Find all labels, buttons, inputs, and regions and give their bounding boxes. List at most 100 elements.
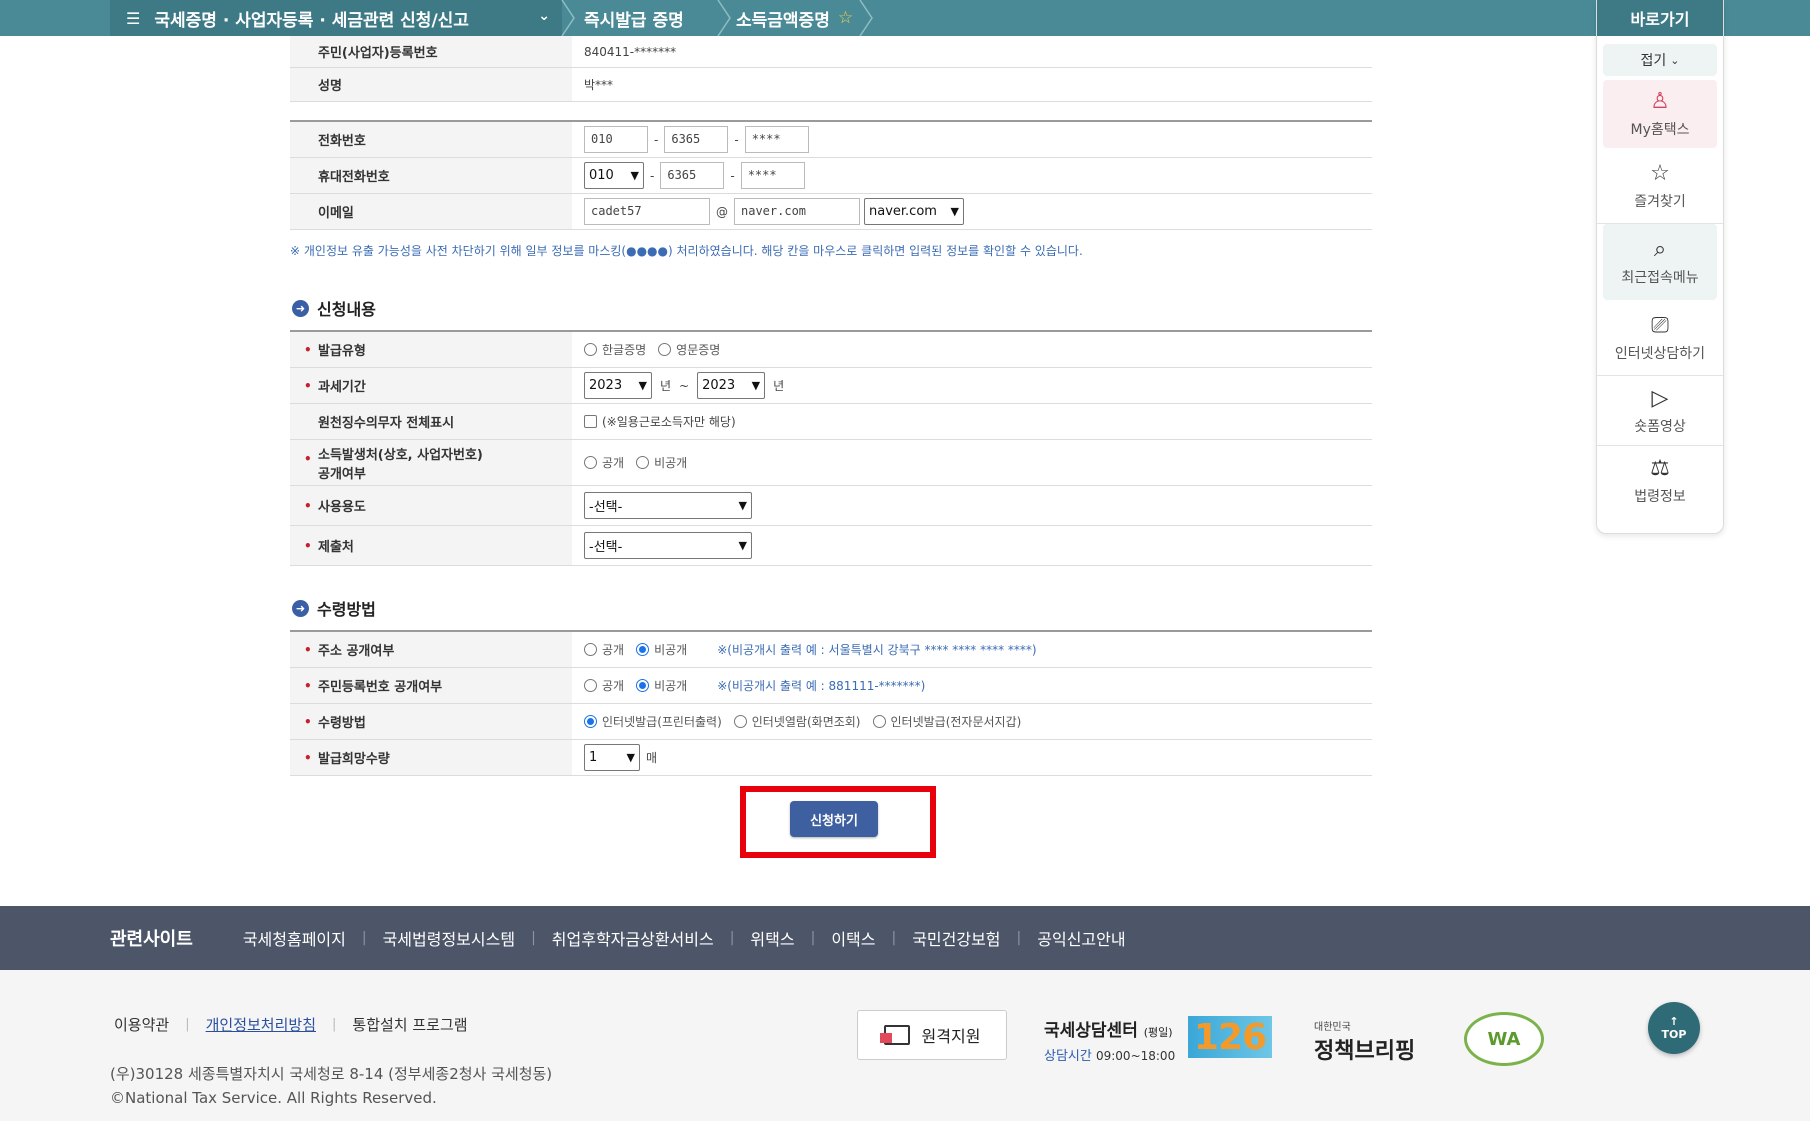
person-icon: ♙	[1650, 89, 1670, 114]
quick-item-law-info[interactable]: ⚖ 법령정보	[1597, 446, 1723, 516]
remote-support-button[interactable]: 원격지원	[857, 1010, 1007, 1060]
star-icon: ☆	[1650, 160, 1670, 186]
source-radio-public[interactable]: 공개	[584, 454, 624, 471]
submit-to-label: 제출처	[318, 540, 354, 555]
related-sites-bar: 관련사이트 국세청홈페이지 | 국세법령정보시스템 | 취업후학자금상환서비스 …	[0, 906, 1810, 970]
related-link[interactable]: 국세법령정보시스템	[383, 926, 515, 950]
related-link[interactable]: 취업후학자금상환서비스	[552, 926, 714, 950]
name-label: 성명	[290, 68, 572, 101]
scroll-top-button[interactable]: ↑ TOP	[1648, 1002, 1700, 1054]
chevron-down-icon: ⌄	[1670, 53, 1680, 67]
phone-field-2[interactable]: 6365	[664, 126, 729, 153]
type-radio-korean[interactable]: 한글증명	[584, 341, 646, 358]
rrn-radio-public[interactable]: 공개	[584, 677, 624, 694]
period-to-select[interactable]: 2023 ▼	[697, 372, 766, 399]
install-link[interactable]: 통합설치 프로그램	[352, 1014, 467, 1035]
rrn-note: ※(비공개시 출력 예 : 881111-*******)	[717, 679, 926, 693]
phone-label: 전화번호	[290, 122, 572, 157]
submit-to-row: • 제출처 -선택- ▼	[290, 526, 1372, 566]
period-label: 과세기간	[318, 380, 366, 395]
addr-radio-private[interactable]: 비공개	[636, 641, 687, 658]
addr-row: • 주소 공개여부 공개 비공개 ※(비공개시 출력 예 : 서울특별시 강북구 …	[290, 632, 1372, 668]
related-sites-title: 관련사이트	[110, 929, 193, 950]
quick-item-my-hometax[interactable]: ♙ My홈택스	[1603, 80, 1717, 148]
method-radio-view[interactable]: 인터넷열람(화면조회)	[733, 713, 861, 730]
mobile-prefix-select[interactable]: 010 ▼	[584, 162, 644, 189]
apply-button[interactable]: 신청하기	[790, 801, 878, 837]
quick-item-shortform[interactable]: ▷ 숏폼영상	[1597, 376, 1723, 446]
chevron-down-icon[interactable]: ⌄	[538, 8, 550, 24]
addr-radio-public[interactable]: 공개	[584, 641, 624, 658]
source-label: 소득발생처(상호, 사업자번호)	[318, 447, 483, 463]
withhold-note: (※일용근로소득자만 해당)	[602, 415, 736, 429]
phone-field-3[interactable]: ****	[744, 126, 809, 153]
type-label: 발급유형	[318, 344, 366, 359]
recent-search-icon: ⌕	[1653, 237, 1667, 262]
play-icon: ▷	[1651, 385, 1669, 411]
footer-links: 이용약관 | 개인정보처리방침 | 통합설치 프로그램	[114, 1014, 468, 1035]
method-row: • 수령방법 인터넷발급(프린터출력) 인터넷열람(화면조회) 인터넷발급(전자문…	[290, 704, 1372, 740]
related-link[interactable]: 이택스	[831, 926, 875, 950]
related-link[interactable]: 공익신고안내	[1037, 926, 1125, 950]
id-label: 주민(사업자)등록번호	[290, 36, 572, 67]
source-radio-private[interactable]: 비공개	[636, 454, 687, 471]
consult-center: 국세상담센터 (평일) 상담시간 09:00~18:00	[1044, 1021, 1176, 1064]
type-radio-english[interactable]: 영문증명	[658, 341, 720, 358]
policy-briefing-logo[interactable]: 대한민국 정책브리핑	[1314, 1018, 1415, 1065]
breadcrumb-separator	[717, 0, 731, 36]
related-link[interactable]: 위택스	[750, 926, 794, 950]
name-value: 박***	[584, 78, 614, 92]
phone-row: 전화번호 010 - 6365 - ****	[290, 122, 1372, 158]
email-domain-field[interactable]: naver.com	[734, 198, 860, 225]
addr-label: 주소 공개여부	[318, 644, 395, 659]
qty-select[interactable]: 1 ▼	[584, 744, 640, 771]
email-row: 이메일 cadet57 @ naver.com naver.com ▼	[290, 194, 1372, 230]
id-row: 주민(사업자)등록번호 840411-*******	[290, 36, 1372, 68]
section-receive-title: ➜ 수령방법	[292, 596, 376, 620]
submit-to-select[interactable]: -선택- ▼	[584, 532, 752, 559]
withhold-checkbox[interactable]	[584, 415, 597, 428]
rrn-radio-private[interactable]: 비공개	[636, 677, 687, 694]
rrn-row: • 주민등록번호 공개여부 공개 비공개 ※(비공개시 출력 예 : 881111…	[290, 668, 1372, 704]
terms-link[interactable]: 이용약관	[114, 1014, 169, 1035]
usage-select[interactable]: -선택- ▼	[584, 492, 752, 519]
quick-item-favorites[interactable]: ☆ 즐겨찾기	[1597, 148, 1723, 224]
breadcrumb-main-menu[interactable]: ☰ 국세증명 · 사업자등록 · 세금관련 신청/신고 ⌄	[110, 0, 562, 36]
hamburger-icon[interactable]: ☰	[126, 9, 140, 28]
breadcrumb-third[interactable]: 소득금액증명 ☆	[736, 0, 853, 36]
method-radio-print[interactable]: 인터넷발급(프린터출력)	[584, 713, 722, 730]
privacy-link[interactable]: 개인정보처리방침	[206, 1014, 316, 1035]
usage-row: • 사용용도 -선택- ▼	[290, 486, 1372, 526]
breadcrumb-separator	[561, 0, 575, 36]
breadcrumb-second[interactable]: 즉시발급 증명	[584, 0, 684, 36]
laptop-icon: ⎚	[1651, 312, 1669, 338]
qty-label: 발급희망수량	[318, 752, 390, 767]
remote-support-icon	[879, 1025, 910, 1045]
qty-row: • 발급희망수량 1 ▼ 매	[290, 740, 1372, 776]
mobile-field-2[interactable]: 6365	[660, 162, 725, 189]
arrow-circle-icon: ➜	[292, 299, 309, 317]
mobile-field-3[interactable]: ****	[740, 162, 805, 189]
related-link[interactable]: 국세청홈페이지	[243, 926, 346, 950]
method-radio-wallet[interactable]: 인터넷발급(전자문서지갑)	[872, 713, 1021, 730]
email-label: 이메일	[290, 194, 572, 229]
wa-certification-logo: WA	[1464, 1012, 1544, 1066]
quick-item-internet-consult[interactable]: ⎚ 인터넷상담하기	[1597, 300, 1723, 376]
email-domain-select[interactable]: naver.com ▼	[864, 198, 964, 225]
source-row: • 소득발생처(상호, 사업자번호) 공개여부 공개 비공개	[290, 440, 1372, 486]
chevron-down-icon: ▼	[738, 499, 747, 512]
chevron-down-icon: ▼	[630, 169, 639, 182]
favorite-star-icon[interactable]: ☆	[838, 8, 853, 28]
arrow-circle-icon: ➜	[292, 599, 309, 617]
quick-menu: 바로가기 접기 ⌄ ♙ My홈택스 ☆ 즐겨찾기 ⌕ 최근접속메뉴 ⎚ 인터넷상담…	[1596, 0, 1724, 534]
chevron-down-icon: ▼	[950, 205, 959, 218]
phone-field-1[interactable]: 010	[584, 126, 648, 153]
footer-address: (우)30128 세종특별자치시 국세청로 8-14 (정부세종2청사 국세청동…	[110, 1062, 552, 1110]
related-link[interactable]: 국민건강보험	[912, 926, 1000, 950]
quick-fold-button[interactable]: 접기 ⌄	[1603, 44, 1717, 76]
email-id-field[interactable]: cadet57	[584, 198, 710, 225]
chevron-down-icon: ▼	[638, 379, 647, 392]
chevron-down-icon: ▼	[751, 379, 761, 392]
quick-item-recent-menu[interactable]: ⌕ 최근접속메뉴	[1603, 224, 1717, 300]
period-from-select[interactable]: 2023 ▼	[584, 372, 652, 399]
